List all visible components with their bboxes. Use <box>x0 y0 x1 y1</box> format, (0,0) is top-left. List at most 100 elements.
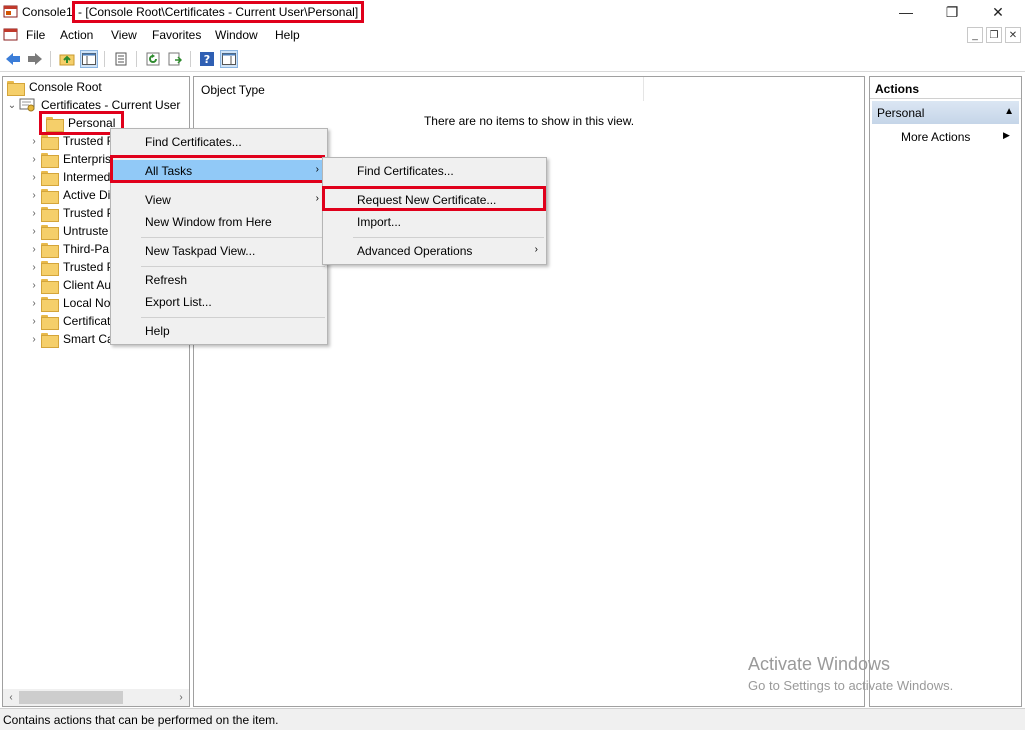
expand-chevron-icon[interactable]: › <box>27 208 41 219</box>
menu-item-find-certificates[interactable]: Find Certificates... <box>111 131 327 153</box>
submenu-item-import[interactable]: Import... <box>323 211 546 233</box>
menu-item-new-window[interactable]: New Window from Here <box>111 211 327 233</box>
folder-icon <box>41 242 59 258</box>
expand-chevron-icon[interactable]: › <box>27 262 41 273</box>
column-header-object-type[interactable]: Object Type <box>194 77 644 101</box>
folder-icon <box>41 332 59 348</box>
menu-separator <box>141 237 325 238</box>
toolbar-separator <box>136 51 137 67</box>
tree-horizontal-scrollbar[interactable]: ‹ › <box>3 689 189 706</box>
toolbar-separator <box>50 51 51 67</box>
tree-item-enterprise[interactable]: › Enterpris <box>27 150 113 168</box>
menu-item-new-taskpad-view[interactable]: New Taskpad View... <box>111 240 327 262</box>
menu-item-help[interactable]: Help <box>111 320 327 342</box>
tree-item-client-auth[interactable]: › Client Au <box>27 276 113 294</box>
tree-item-label: Client Au <box>63 278 112 292</box>
submenu-item-advanced-operations[interactable]: Advanced Operations › <box>323 240 546 262</box>
expand-chevron-icon[interactable]: › <box>27 280 41 291</box>
menu-item-label: View <box>145 193 171 207</box>
properties-icon[interactable] <box>112 50 130 68</box>
expand-chevron-icon[interactable]: › <box>27 172 41 183</box>
submenu-arrow-icon: › <box>315 193 319 204</box>
tree-item-console-root[interactable]: Console Root <box>7 78 104 96</box>
expand-chevron-icon[interactable]: › <box>27 316 41 327</box>
expand-chevron-icon[interactable]: › <box>27 334 41 345</box>
menu-view[interactable]: View <box>111 28 137 42</box>
expand-chevron-icon[interactable]: › <box>27 226 41 237</box>
mdi-minimize-button[interactable]: _ <box>967 27 983 43</box>
show-hide-tree-icon[interactable] <box>80 50 98 68</box>
column-header-label: Object Type <box>201 83 265 97</box>
submenu-item-find-certificates[interactable]: Find Certificates... <box>323 160 546 182</box>
forward-arrow-icon[interactable] <box>26 50 44 68</box>
window-title-prefix: Console1 <box>22 5 73 19</box>
console-document-icon[interactable] <box>3 27 19 43</box>
expand-chevron-icon[interactable]: › <box>27 154 41 165</box>
more-actions-item[interactable]: More Actions <box>901 130 970 144</box>
refresh-icon[interactable] <box>144 50 162 68</box>
menu-favorites[interactable]: Favorites <box>152 28 201 42</box>
menu-help[interactable]: Help <box>275 28 300 42</box>
export-list-icon[interactable] <box>166 50 184 68</box>
tree-item-untrusted[interactable]: › Untruste <box>27 222 110 240</box>
scroll-right-icon[interactable]: › <box>174 690 188 705</box>
menu-item-view[interactable]: View › <box>111 189 327 211</box>
collapse-chevron-icon[interactable]: ⌄ <box>5 100 19 111</box>
window-title-path: - [Console Root\Certificates - Current U… <box>72 1 365 23</box>
tree-item-label: Active Di <box>63 188 111 202</box>
tree-item-smart-card[interactable]: › Smart Ca <box>27 330 116 348</box>
expand-chevron-icon[interactable]: › <box>27 244 41 255</box>
minimize-button[interactable]: — <box>883 0 929 24</box>
menu-window[interactable]: Window <box>215 28 258 42</box>
toolbar-separator <box>190 51 191 67</box>
window-title: Console1 - [Console Root\Certificates - … <box>22 1 365 23</box>
folder-icon <box>41 314 59 330</box>
toolbar-separator <box>104 51 105 67</box>
tree-item-certificate-enrollment[interactable]: › Certificat <box>27 312 112 330</box>
svg-text:?: ? <box>204 53 210 66</box>
help-icon[interactable]: ? <box>198 50 216 68</box>
up-folder-icon[interactable] <box>58 50 76 68</box>
close-button[interactable]: ✕ <box>975 0 1021 24</box>
folder-icon <box>7 80 25 96</box>
actions-section-personal[interactable]: Personal ▲ <box>872 101 1019 124</box>
menu-item-refresh[interactable]: Refresh <box>111 269 327 291</box>
mdi-restore-button[interactable]: ❐ <box>986 27 1002 43</box>
collapse-triangle-icon[interactable]: ▲ <box>1004 106 1014 117</box>
expand-chevron-icon[interactable]: › <box>27 136 41 147</box>
submenu-item-request-new-certificate[interactable]: Request New Certificate... <box>323 189 546 211</box>
show-hide-action-pane-icon[interactable] <box>220 50 238 68</box>
menu-item-export-list[interactable]: Export List... <box>111 291 327 313</box>
tree-item-personal[interactable]: Personal <box>38 111 125 135</box>
tree-item-trusted-root[interactable]: › Trusted R <box>27 132 117 150</box>
tree-item-trusted-publishers[interactable]: › Trusted P <box>27 204 117 222</box>
toolbar: ? <box>0 46 1025 72</box>
status-bar: Contains actions that can be performed o… <box>0 708 1025 730</box>
scroll-left-icon[interactable]: ‹ <box>4 690 18 705</box>
submenu-arrow-icon: › <box>534 244 538 255</box>
mdi-close-button[interactable]: ✕ <box>1005 27 1021 43</box>
restore-button[interactable]: ❐ <box>929 0 975 24</box>
back-arrow-icon[interactable] <box>4 50 22 68</box>
folder-icon <box>41 188 59 204</box>
scrollbar-thumb[interactable] <box>19 691 123 704</box>
folder-icon <box>46 116 64 132</box>
tree-item-label: Certificates - Current User <box>41 98 181 112</box>
tree-item-certificates-current-user[interactable]: ⌄ Certificates - Current User <box>5 96 182 114</box>
personal-highlight: Personal <box>38 111 125 135</box>
context-menu: Find Certificates... All Tasks › View › … <box>110 128 328 345</box>
expand-chevron-icon[interactable]: › <box>27 298 41 309</box>
certificates-snapin-icon <box>19 98 37 112</box>
mmc-app-icon[interactable] <box>3 4 19 20</box>
tree-item-intermediate[interactable]: › Intermed <box>27 168 112 186</box>
menu-separator <box>353 237 544 238</box>
menu-action[interactable]: Action <box>60 28 93 42</box>
tree-item-third-party[interactable]: › Third-Pa <box>27 240 111 258</box>
expand-chevron-icon[interactable]: › <box>27 190 41 201</box>
tree-item-local-nonremovable[interactable]: › Local No <box>27 294 112 312</box>
menu-file[interactable]: File <box>26 28 45 42</box>
tree-item-active-directory[interactable]: › Active Di <box>27 186 112 204</box>
menu-item-all-tasks[interactable]: All Tasks › <box>111 160 327 182</box>
tree-item-label: Untruste <box>63 224 109 238</box>
tree-item-trusted-people[interactable]: › Trusted P <box>27 258 117 276</box>
